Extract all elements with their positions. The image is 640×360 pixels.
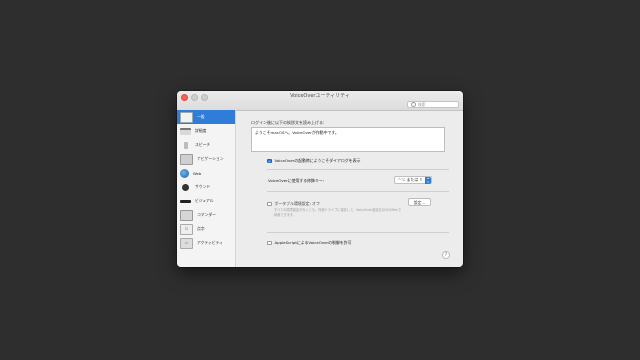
general-pane: ログイン後に以下の挨拶文を読み上げる: ようこそmacOSへ。VoiceOver… xyxy=(236,110,463,267)
divider xyxy=(267,169,449,170)
welcome-message-label: ログイン後に以下の挨拶文を読み上げる: xyxy=(251,120,325,125)
modifier-popup[interactable]: ^⌥ または ⇪ ▴ ▾ xyxy=(394,176,432,184)
commanders-icon xyxy=(180,209,193,221)
divider xyxy=(267,191,449,192)
setup-button[interactable]: 設定... xyxy=(408,198,431,206)
sidebar-item-general[interactable]: 一般 xyxy=(177,110,235,124)
search-icon xyxy=(411,102,416,107)
sidebar-item-braille[interactable]: ⠿ 点字 xyxy=(177,222,235,236)
welcome-dialog-checkbox[interactable]: ✓ xyxy=(267,158,272,164)
title-bar[interactable]: VoiceOverユーティリティ 検索 xyxy=(177,91,463,111)
sidebar-item-label: ビジュアル xyxy=(195,198,214,203)
help-button[interactable]: ? xyxy=(442,251,450,259)
sidebar-item-label: スピーチ xyxy=(195,142,211,147)
sidebar-item-label: サウンド xyxy=(195,184,211,189)
verbosity-icon xyxy=(180,127,191,135)
sidebar-item-label: 点字 xyxy=(197,226,205,231)
sidebar-item-commanders[interactable]: コマンダー xyxy=(177,208,235,222)
popup-arrows-icon: ▴ ▾ xyxy=(425,176,431,184)
sidebar-item-navigation[interactable]: ナビゲーション xyxy=(177,152,235,166)
web-icon xyxy=(180,168,189,178)
portable-preferences-option[interactable]: ポータブル環境設定: オフ xyxy=(267,201,320,207)
voiceover-utility-window: VoiceOverユーティリティ 検索 一般 詳細度 スピーチ ナビゲーション … xyxy=(177,91,463,267)
sidebar-item-verbosity[interactable]: 詳細度 xyxy=(177,124,235,138)
portable-preferences-checkbox[interactable] xyxy=(267,201,272,207)
applescript-checkbox[interactable] xyxy=(267,240,272,246)
visual-icon xyxy=(180,199,191,203)
portable-preferences-description: すべての環境設定がなくとも、外部ドライブに保存して、VoiceOver設定をほか… xyxy=(274,208,402,217)
welcome-dialog-label: VoiceOverの起動時にようこそダイアログを表示 xyxy=(274,158,361,163)
search-field[interactable]: 検索 xyxy=(407,101,459,108)
search-placeholder: 検索 xyxy=(418,101,426,107)
window-title: VoiceOverユーティリティ xyxy=(290,93,350,99)
divider xyxy=(267,232,449,233)
modifier-value: ^⌥ または ⇪ xyxy=(398,177,423,182)
sidebar-item-speech[interactable]: スピーチ xyxy=(177,138,235,152)
applescript-label: AppleScriptによるVoiceOverの制御を許可 xyxy=(274,240,352,245)
general-icon xyxy=(180,111,193,123)
braille-icon: ⠿ xyxy=(180,223,193,235)
activities-icon: ⠶ xyxy=(180,237,193,249)
navigation-icon xyxy=(180,153,193,165)
sound-icon xyxy=(180,183,191,192)
applescript-option[interactable]: AppleScriptによるVoiceOverの制御を許可 xyxy=(267,240,351,246)
speech-icon xyxy=(180,141,191,150)
modifier-label: VoiceOverに使用する修飾キー: xyxy=(268,178,325,183)
welcome-message-field[interactable]: ようこそmacOSへ。VoiceOverが作動中です。 xyxy=(251,127,445,152)
sidebar-item-visual[interactable]: ビジュアル xyxy=(177,194,235,208)
category-sidebar: 一般 詳細度 スピーチ ナビゲーション Web サウンド ビジュアル コマンダー… xyxy=(177,110,236,267)
sidebar-item-web[interactable]: Web xyxy=(177,166,235,180)
sidebar-item-label: 一般 xyxy=(197,114,205,119)
sidebar-item-label: コマンダー xyxy=(197,212,216,217)
sidebar-item-label: 詳細度 xyxy=(195,128,207,133)
sidebar-item-activities[interactable]: ⠶ アクティビティ xyxy=(177,236,235,250)
welcome-dialog-option[interactable]: ✓ VoiceOverの起動時にようこそダイアログを表示 xyxy=(267,158,360,164)
portable-preferences-label: ポータブル環境設定: オフ xyxy=(274,201,320,206)
sidebar-item-label: アクティビティ xyxy=(197,240,223,245)
sidebar-item-sound[interactable]: サウンド xyxy=(177,180,235,194)
sidebar-item-label: ナビゲーション xyxy=(197,156,224,161)
sidebar-item-label: Web xyxy=(193,170,202,176)
